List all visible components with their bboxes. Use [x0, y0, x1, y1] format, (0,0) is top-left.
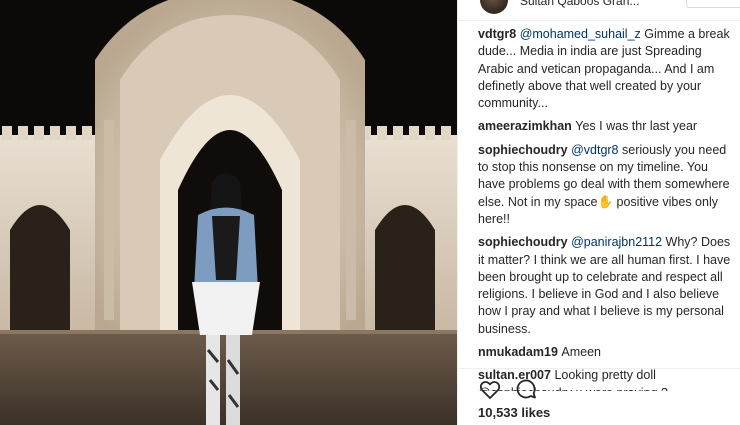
comment-item: sophiechoudry @panirajbn2112 Why? Does i… [478, 234, 736, 338]
location-link[interactable]: Sultan Qaboos Gran... [520, 0, 639, 8]
comment-icon[interactable] [514, 377, 538, 401]
avatar[interactable] [480, 0, 508, 14]
heart-icon[interactable] [478, 377, 502, 401]
comment-item: ameerazimkhan Yes I was thr last year [478, 118, 736, 135]
post-actions: 10,533 likes [458, 368, 740, 425]
comment-text: Yes I was thr last year [575, 119, 698, 134]
mosque-night-photo [0, 0, 457, 425]
comment-mention[interactable]: @mohamed_suhail_z [520, 27, 641, 41]
comment-text: Why? Does it matter? I think we are all … [478, 235, 731, 336]
likes-count[interactable]: 10,533 likes [478, 405, 550, 420]
comment-mention[interactable]: @panirajbn2112 [571, 235, 662, 249]
comment-item: vdtgr8 @mohamed_suhail_z Gimme a break d… [478, 26, 736, 112]
post-header: Sultan Qaboos Gran... [458, 0, 740, 21]
post-photo[interactable] [0, 0, 457, 425]
comment-text: Ameen [561, 345, 601, 360]
comment-username[interactable]: ameerazimkhan [478, 119, 575, 133]
follow-button[interactable] [686, 0, 740, 8]
comment-username[interactable]: vdtgr8 [478, 27, 520, 41]
comment-username[interactable]: nmukadam19 [478, 345, 561, 359]
comments-list: vdtgr8 @mohamed_suhail_z Gimme a break d… [478, 26, 736, 397]
comment-item: nmukadam19 Ameen [478, 344, 736, 361]
comment-item: sophiechoudry @vdtgr8 seriously you need… [478, 142, 736, 228]
comment-username[interactable]: sophiechoudry [478, 235, 571, 249]
post-side-panel: Sultan Qaboos Gran... vdtgr8 @mohamed_su… [457, 0, 740, 425]
comment-mention[interactable]: @vdtgr8 [571, 143, 618, 157]
comment-username[interactable]: sophiechoudry [478, 143, 571, 157]
